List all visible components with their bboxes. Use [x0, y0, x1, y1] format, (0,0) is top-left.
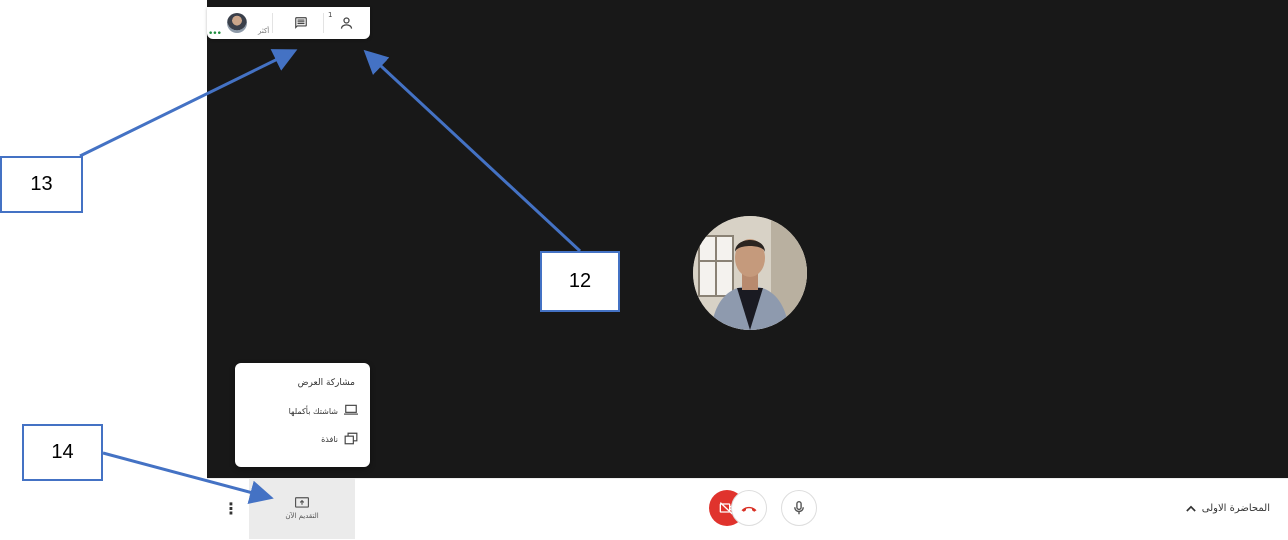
more-options-button[interactable]: ⋮: [223, 499, 239, 519]
participant-count: 1: [328, 11, 333, 19]
monitor-icon: [344, 404, 358, 415]
hang-up-icon: [741, 506, 757, 512]
callout-12: 12: [540, 251, 620, 312]
more-label: أكثر: [258, 27, 270, 35]
meeting-details-toggle[interactable]: المحاضرة الاولى: [1186, 503, 1270, 514]
callout-13: 13: [0, 156, 83, 213]
hang-up-button[interactable]: [731, 490, 767, 526]
menu-item-icon: [344, 404, 358, 418]
toolbar-divider: [272, 13, 273, 33]
people-icon: [340, 17, 353, 29]
chevron-up-icon: [1186, 505, 1196, 512]
chat-icon: [295, 17, 307, 29]
microphone-icon: [794, 501, 804, 515]
window-icon: [344, 432, 358, 444]
present-icon: [295, 497, 309, 508]
menu-item-icon: [344, 432, 358, 447]
callout-14: 14: [22, 424, 103, 481]
top-toolbar: أكثر 1: [207, 7, 370, 39]
microphone-button[interactable]: [781, 490, 817, 526]
meeting-title: المحاضرة الاولى: [1201, 503, 1270, 514]
share-screen-menu: مشاركة العرض شاشتك بأكملها نافذة: [235, 363, 370, 467]
present-now-button[interactable]: التقديم الآن: [249, 478, 355, 539]
share-entire-screen-option[interactable]: شاشتك بأكملها: [289, 401, 358, 421]
status-dots: •••: [208, 29, 222, 39]
menu-item-label: شاشتك بأكملها: [288, 406, 338, 416]
present-now-label: التقديم الآن: [285, 512, 319, 520]
menu-item-label: نافذة: [321, 434, 338, 444]
self-avatar[interactable]: [227, 13, 247, 33]
share-window-option[interactable]: نافذة: [321, 429, 358, 449]
participant-avatar: [693, 216, 807, 330]
chat-button[interactable]: [279, 7, 323, 39]
share-menu-title: مشاركة العرض: [297, 378, 355, 388]
